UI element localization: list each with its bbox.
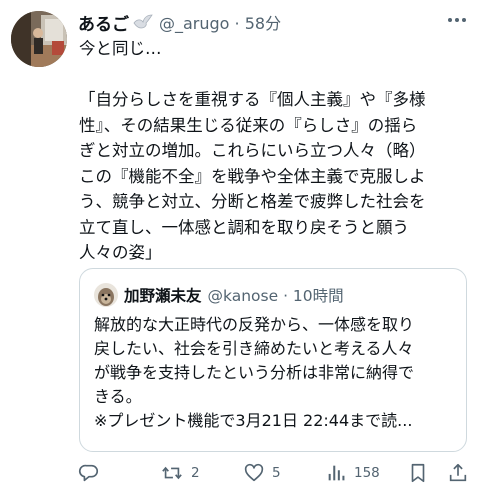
share-icon bbox=[449, 463, 467, 482]
retweet-button[interactable]: 2 bbox=[160, 458, 200, 488]
tweet-text: 今と同じ… 「自分らしさを重視する『個人主義』や『多様 性』、その結果生じる従来… bbox=[79, 39, 426, 262]
like-button[interactable]: 5 bbox=[243, 458, 281, 488]
like-count: 5 bbox=[272, 465, 281, 481]
quoted-tweet[interactable]: 加野瀬未友 @kanose · 10時間 解放的な大正時代の反発から、一体感を取… bbox=[79, 268, 467, 452]
views-count: 158 bbox=[354, 465, 380, 481]
action-bar: 2 5 158 bbox=[0, 458, 480, 488]
author-handle[interactable]: @_arugo · 58分 bbox=[159, 10, 281, 34]
avatar[interactable] bbox=[11, 11, 67, 67]
bookmark-button[interactable] bbox=[408, 458, 428, 488]
heart-icon bbox=[244, 463, 264, 482]
views-icon bbox=[328, 465, 345, 481]
reply-button[interactable] bbox=[78, 458, 100, 488]
retweet-count: 2 bbox=[191, 465, 200, 481]
quote-text: 解放的な大正時代の反発から、一体感を取り 戻したい、社会を引き締めたいと考える人… bbox=[94, 315, 415, 430]
author-name[interactable]: あるご bbox=[78, 10, 129, 35]
avatar-photo bbox=[11, 11, 67, 67]
views-button[interactable]: 158 bbox=[325, 458, 380, 488]
share-button[interactable] bbox=[447, 458, 469, 488]
retweet-icon bbox=[162, 466, 182, 480]
bookmark-icon bbox=[411, 463, 425, 483]
quote-avatar bbox=[94, 283, 118, 307]
quote-header: 加野瀬未友 @kanose · 10時間 bbox=[124, 283, 344, 307]
quote-author-handle: @kanose · 10時間 bbox=[207, 287, 344, 305]
more-icon[interactable] bbox=[444, 9, 470, 31]
dog-avatar-icon bbox=[94, 283, 118, 307]
quote-author-name: 加野瀬未友 bbox=[124, 287, 202, 305]
reply-icon bbox=[78, 464, 98, 482]
dove-icon bbox=[133, 14, 153, 30]
tweet-header: あるご @_arugo · 58分 bbox=[78, 9, 281, 35]
